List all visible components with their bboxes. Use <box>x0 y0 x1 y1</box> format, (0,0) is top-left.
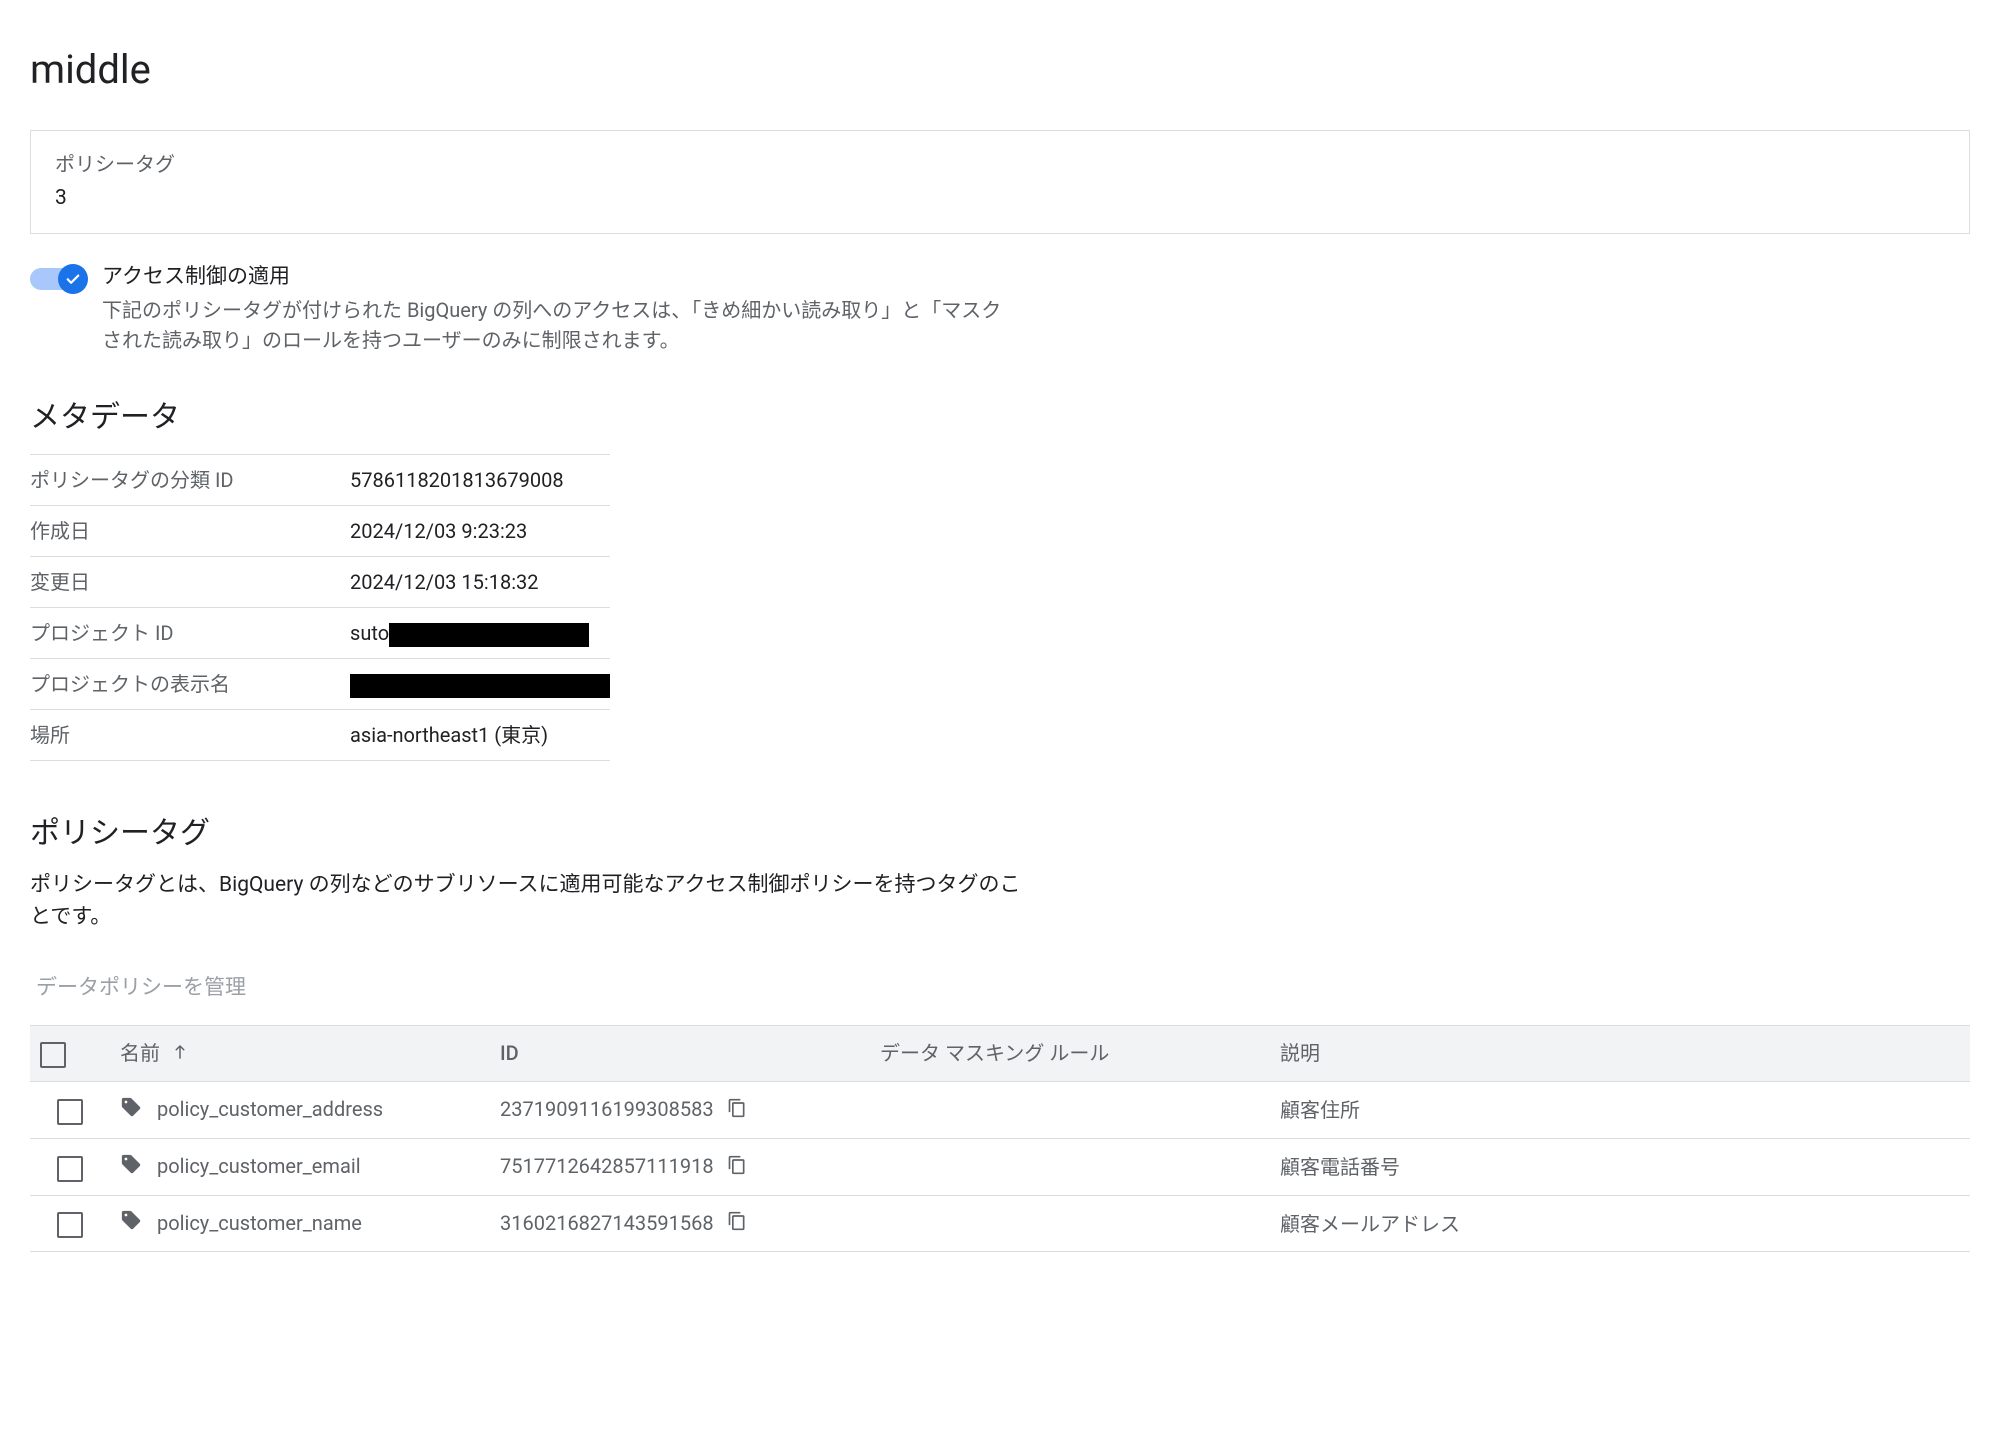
metadata-label: 場所 <box>30 710 350 761</box>
policy-tag-name[interactable]: policy_customer_address <box>157 1097 383 1121</box>
policy-tag-id: 3160216827143591568 <box>500 1211 714 1235</box>
copy-icon[interactable] <box>727 1156 747 1180</box>
metadata-label: 作成日 <box>30 506 350 557</box>
copy-icon[interactable] <box>727 1212 747 1236</box>
metadata-row: 場所 asia-northeast1 (東京) <box>30 710 610 761</box>
select-all-checkbox[interactable] <box>40 1042 66 1068</box>
metadata-row: プロジェクト ID suto <box>30 608 610 659</box>
column-header-masking-rule[interactable]: データ マスキング ルール <box>870 1025 1270 1082</box>
manage-data-policy-link[interactable]: データポリシーを管理 <box>30 963 252 1015</box>
metadata-row: ポリシータグの分類 ID 5786118201813679008 <box>30 455 610 506</box>
policy-tag-description: 顧客メールアドレス <box>1270 1195 1970 1252</box>
access-control-description: 下記のポリシータグが付けられた BigQuery の列へのアクセスは、「きめ細か… <box>102 295 1002 355</box>
page-title: middle <box>30 40 1970 100</box>
metadata-label: ポリシータグの分類 ID <box>30 455 350 506</box>
policy-tag-masking-rule <box>870 1195 1270 1252</box>
policy-tags-table: 名前 ID データ マスキング ルール 説明 policy_customer_a… <box>30 1025 1970 1253</box>
metadata-label: 変更日 <box>30 557 350 608</box>
metadata-label: プロジェクト ID <box>30 608 350 659</box>
access-control-toggle[interactable] <box>30 264 86 286</box>
metadata-table: ポリシータグの分類 ID 5786118201813679008 作成日 202… <box>30 454 610 761</box>
policy-tag-summary-label: ポリシータグ <box>55 149 1945 179</box>
policy-tag-id: 7517712642857111918 <box>500 1154 714 1178</box>
policy-tags-section-title: ポリシータグ <box>30 811 1970 856</box>
metadata-value <box>350 659 610 710</box>
metadata-value: 2024/12/03 9:23:23 <box>350 506 610 557</box>
table-row: policy_customer_address 2371909116199308… <box>30 1082 1970 1139</box>
metadata-value: suto <box>350 608 610 659</box>
metadata-row: 変更日 2024/12/03 15:18:32 <box>30 557 610 608</box>
metadata-value: asia-northeast1 (東京) <box>350 710 610 761</box>
table-row: policy_customer_name 3160216827143591568… <box>30 1195 1970 1252</box>
policy-tag-summary-count: 3 <box>55 183 1945 215</box>
policy-tag-description: 顧客電話番号 <box>1270 1138 1970 1195</box>
tag-icon <box>120 1156 147 1180</box>
policy-tags-description: ポリシータグとは、BigQuery の列などのサブリソースに適用可能なアクセス制… <box>30 870 1030 933</box>
metadata-row: プロジェクトの表示名 <box>30 659 610 710</box>
redacted-icon <box>389 623 589 647</box>
column-header-id[interactable]: ID <box>490 1025 870 1082</box>
policy-tag-id: 2371909116199308583 <box>500 1097 714 1121</box>
redacted-icon <box>350 674 610 698</box>
policy-tag-masking-rule <box>870 1082 1270 1139</box>
sort-asc-arrow-icon <box>171 1042 189 1066</box>
row-checkbox[interactable] <box>57 1212 83 1238</box>
column-header-description[interactable]: 説明 <box>1270 1025 1970 1082</box>
policy-tag-masking-rule <box>870 1138 1270 1195</box>
column-header-name[interactable]: 名前 <box>110 1025 490 1082</box>
metadata-label: プロジェクトの表示名 <box>30 659 350 710</box>
metadata-value: 2024/12/03 15:18:32 <box>350 557 610 608</box>
access-control-title: アクセス制御の適用 <box>102 262 1002 294</box>
metadata-value: 5786118201813679008 <box>350 455 610 506</box>
table-row: policy_customer_email 751771264285711191… <box>30 1138 1970 1195</box>
row-checkbox[interactable] <box>57 1156 83 1182</box>
policy-tag-name[interactable]: policy_customer_email <box>157 1154 361 1178</box>
policy-tag-name[interactable]: policy_customer_name <box>157 1211 362 1235</box>
policy-tag-summary-card: ポリシータグ 3 <box>30 130 1970 234</box>
policy-tag-description: 顧客住所 <box>1270 1082 1970 1139</box>
tag-icon <box>120 1212 147 1236</box>
metadata-row: 作成日 2024/12/03 9:23:23 <box>30 506 610 557</box>
metadata-section-title: メタデータ <box>30 395 1970 440</box>
tag-icon <box>120 1099 147 1123</box>
copy-icon[interactable] <box>727 1099 747 1123</box>
check-icon <box>58 264 88 294</box>
row-checkbox[interactable] <box>57 1099 83 1125</box>
